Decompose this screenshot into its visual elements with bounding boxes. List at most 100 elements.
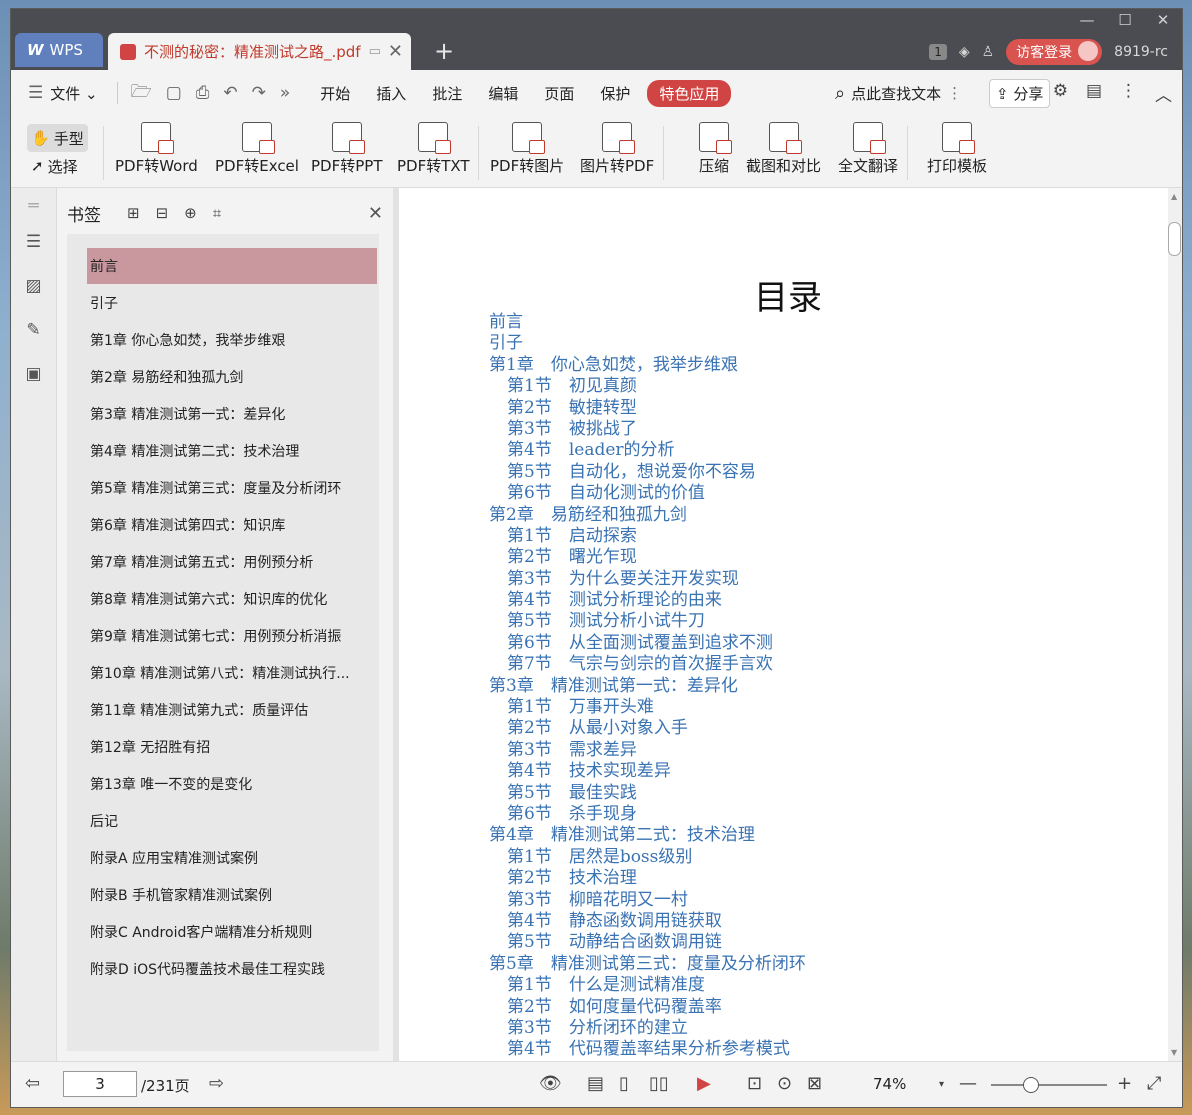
menu-item-start[interactable]: 开始 — [307, 83, 363, 104]
toc-section-link[interactable]: 第7节 气宗与剑宗的首次握手言欢 — [489, 654, 806, 675]
pdf-to-txt-button[interactable]: PDF转TXT — [397, 122, 470, 176]
toc-section-link[interactable]: 第6节 杀手现身 — [489, 804, 806, 825]
toc-section-link[interactable]: 第4节 测试分析理论的由来 — [489, 590, 806, 611]
print-icon[interactable]: ⎙ — [189, 83, 217, 103]
image-to-pdf-button[interactable]: 图片转PDF — [580, 122, 654, 176]
bookmark-item[interactable]: ▶第3章 精准测试第一式：差异化 — [87, 396, 377, 432]
file-menu[interactable]: 文件 ⌄ — [50, 83, 110, 104]
toc-section-link[interactable]: 第3节 被挑战了 — [489, 419, 806, 440]
fit-width-icon[interactable]: ⊠ — [807, 1073, 822, 1094]
toc-section-link[interactable]: 第1节 初见真颜 — [489, 376, 806, 397]
menu-item-protect[interactable]: 保护 — [587, 83, 643, 104]
toc-section-link[interactable]: 第2节 技术治理 — [489, 868, 806, 889]
compress-button[interactable]: 压缩 — [699, 122, 732, 176]
page-number-input[interactable]: 3 — [63, 1071, 137, 1097]
toc-section-link[interactable]: 第5节 自动化，想说爱你不容易 — [489, 462, 806, 483]
next-page-icon[interactable]: ⇨ — [209, 1073, 224, 1094]
toc-chapter-link[interactable]: 第3章 精准测试第一式：差异化 — [489, 676, 806, 697]
bookmark-icon[interactable]: ⌗ — [213, 204, 221, 222]
pdf-to-image-button[interactable]: PDF转图片 — [490, 122, 564, 176]
tab-close-icon[interactable]: ✕ — [388, 41, 403, 62]
fullscreen-icon[interactable]: ⤢ — [1147, 1073, 1161, 1094]
toc-section-link[interactable]: 第5节 动静结合函数调用链 — [489, 932, 806, 953]
menu-item-special-apps[interactable]: 特色应用 — [647, 79, 732, 107]
scroll-up-icon[interactable]: ▲ — [1171, 192, 1177, 201]
kebab-icon[interactable]: ⋮ — [947, 84, 962, 102]
scroll-thumb[interactable] — [1168, 222, 1181, 256]
toc-chapter-link[interactable]: 第5章 精准测试第三式：度量及分析闭环 — [489, 954, 806, 975]
toc-section-link[interactable]: 第3节 柳暗花明又一村 — [489, 890, 806, 911]
login-button[interactable]: 访客登录 — [1006, 39, 1103, 65]
undo-icon[interactable]: ↶ — [216, 83, 244, 103]
vertical-scrollbar[interactable]: ▲ ▼ — [1168, 188, 1182, 1061]
fit-page-icon[interactable]: ⊙ — [777, 1073, 792, 1094]
bookmark-item[interactable]: 前言 — [87, 248, 377, 284]
menu-item-page[interactable]: 页面 — [531, 83, 587, 104]
bookmark-item[interactable]: 附录A 应用宝精准测试案例 — [87, 840, 377, 876]
zoom-slider-knob[interactable] — [1023, 1077, 1039, 1093]
toc-chapter-link[interactable]: 第2章 易筋经和独孤九剑 — [489, 505, 806, 526]
bookmark-item[interactable]: 附录D iOS代码覆盖技术最佳工程实践 — [87, 951, 377, 987]
toc-section-link[interactable]: 第2节 从最小对象入手 — [489, 718, 806, 739]
toc-section-link[interactable]: 第6节 自动化测试的价值 — [489, 483, 806, 504]
bookmark-item[interactable]: ▶第10章 精准测试第八式：精准测试执行... — [87, 655, 377, 691]
toc-section-link[interactable]: 第3节 为什么要关注开发实现 — [489, 569, 806, 590]
toc-section-link[interactable]: 第6节 从全面测试覆盖到追求不测 — [489, 633, 806, 654]
toc-section-link[interactable]: 第1节 启动探索 — [489, 526, 806, 547]
bookmark-item[interactable]: ▶第11章 精准测试第九式：质量评估 — [87, 692, 377, 728]
toc-chapter-link[interactable]: 引子 — [489, 333, 806, 354]
toc-section-link[interactable]: 第1节 什么是测试精准度 — [489, 975, 806, 996]
new-tab-button[interactable]: + — [434, 37, 454, 65]
toc-section-link[interactable]: 第5节 测试分析小试牛刀 — [489, 611, 806, 632]
actual-size-icon[interactable]: ⊡ — [747, 1073, 762, 1094]
translate-button[interactable]: 全文翻译 — [838, 122, 898, 176]
hamburger-icon[interactable]: ☰ — [21, 83, 50, 103]
settings-icon[interactable]: ⚙ — [1053, 81, 1068, 106]
shirt-icon[interactable]: ♙ — [982, 44, 995, 60]
bookmark-item[interactable]: ▶第13章 唯一不变的是变化 — [87, 766, 377, 802]
zoom-out-icon[interactable]: — — [959, 1073, 977, 1094]
tab-wps-home[interactable]: W WPS — [15, 33, 103, 67]
bookmark-item[interactable]: ▶第2章 易筋经和独孤九剑 — [87, 359, 377, 395]
toc-section-link[interactable]: 第4节 静态函数调用链获取 — [489, 911, 806, 932]
save-icon[interactable]: ▢ — [159, 83, 189, 103]
image-panel-icon[interactable]: ▣ — [23, 364, 45, 384]
bookmark-item[interactable]: ▶第6章 精准测试第四式：知识库 — [87, 507, 377, 543]
menu-item-edit[interactable]: 编辑 — [475, 83, 531, 104]
outline-icon[interactable]: ☰ — [23, 232, 45, 252]
minimize-icon[interactable]: — — [1076, 11, 1098, 29]
bookmark-item[interactable]: 附录B 手机管家精准测试案例 — [87, 877, 377, 913]
pdf-to-ppt-button[interactable]: PDF转PPT — [311, 122, 382, 176]
toc-section-link[interactable]: 第4节 leader的分析 — [489, 440, 806, 461]
continuous-page-icon[interactable]: ▤ — [587, 1073, 604, 1094]
toc-section-link[interactable]: 第1节 万事开头难 — [489, 697, 806, 718]
bookmark-item[interactable]: 引子 — [87, 285, 377, 321]
toc-section-link[interactable]: 第2节 曙光乍现 — [489, 547, 806, 568]
toc-section-link[interactable]: 第2节 如何度量代码覆盖率 — [489, 997, 806, 1018]
toc-section-link[interactable]: 第4节 技术实现差异 — [489, 761, 806, 782]
add-bookmark-icon[interactable]: ⊕ — [184, 204, 197, 222]
collapse-all-icon[interactable]: ⊟ — [156, 204, 169, 222]
pdf-to-excel-button[interactable]: PDF转Excel — [215, 122, 299, 176]
hand-tool-button[interactable]: ✋ 手型 — [27, 124, 88, 152]
menu-item-annotate[interactable]: 批注 — [419, 83, 475, 104]
maximize-icon[interactable]: ☐ — [1114, 11, 1136, 29]
thumbnail-icon[interactable]: ▨ — [23, 276, 45, 296]
zoom-level[interactable]: 74% — [873, 1075, 906, 1093]
toc-chapter-link[interactable]: 第1章 你心急如焚，我举步维艰 — [489, 355, 806, 376]
tab-document[interactable]: 不测的秘密：精准测试之路_.pdf ▭ ✕ — [108, 33, 411, 70]
redo-icon[interactable]: ↷ — [245, 83, 273, 103]
toc-section-link[interactable]: 第1节 居然是boss级别 — [489, 847, 806, 868]
bookmark-item[interactable]: 附录C Android客户端精准分析规则 — [87, 914, 377, 950]
toc-section-link[interactable]: 第4节 代码覆盖率结果分析参考模式 — [489, 1039, 806, 1060]
bookmark-item[interactable]: 后记 — [87, 803, 377, 839]
close-panel-icon[interactable]: ✕ — [368, 203, 383, 224]
expand-all-icon[interactable]: ⊞ — [127, 204, 140, 222]
bookmark-item[interactable]: ▶第9章 精准测试第七式：用例预分析消振 — [87, 618, 377, 654]
share-button[interactable]: ⇪ 分享 — [989, 78, 1051, 108]
skin-icon[interactable]: ◈ — [959, 44, 970, 60]
bookmark-item[interactable]: ▶第8章 精准测试第六式：知识库的优化 — [87, 581, 377, 617]
toc-section-link[interactable]: 第3节 需求差异 — [489, 740, 806, 761]
pdf-to-word-button[interactable]: PDF转Word — [115, 122, 198, 176]
find-text-button[interactable]: ⌕ 点此查找文本 ⋮ — [835, 83, 962, 104]
